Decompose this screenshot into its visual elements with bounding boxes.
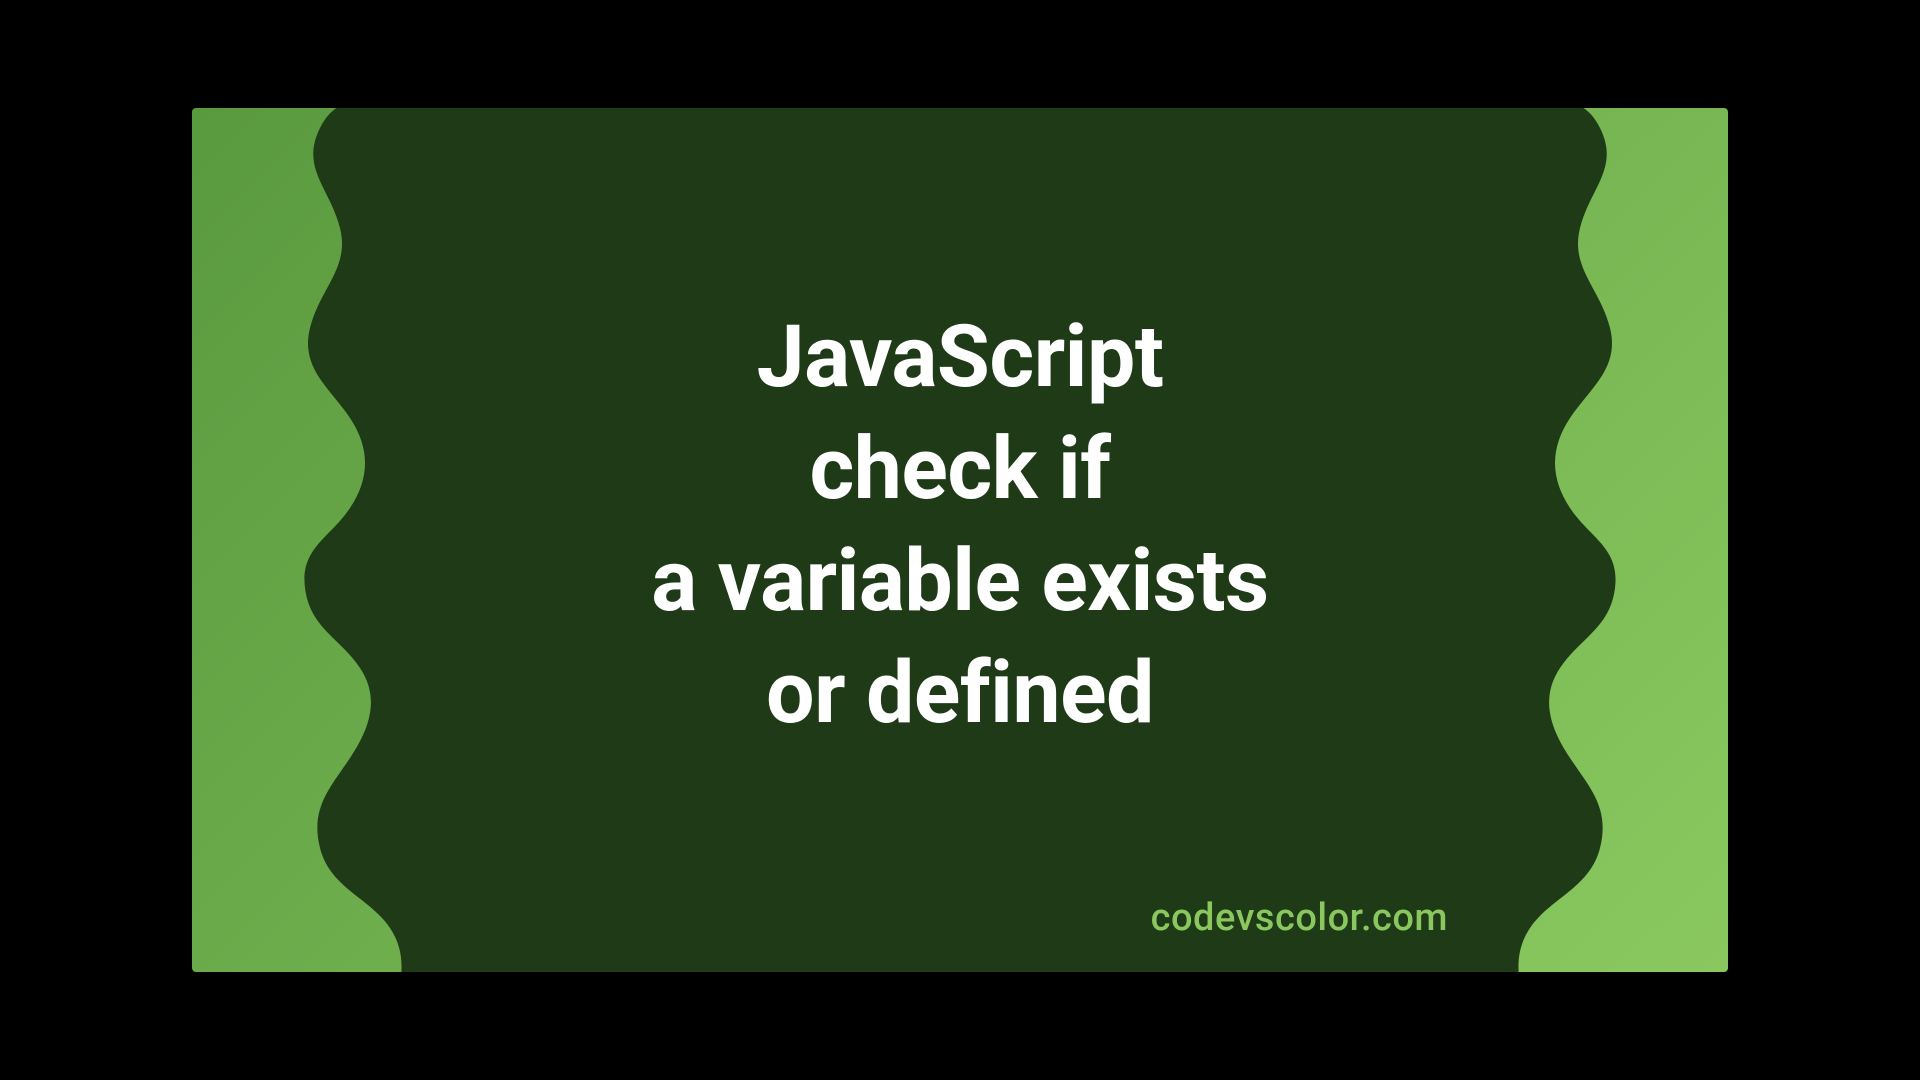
content-area: JavaScript check if a variable exists or… [192,108,1728,972]
title-line-2: check if [651,413,1268,525]
title-line-3: a variable exists [651,525,1268,637]
title-line-1: JavaScript [651,301,1268,413]
brand-watermark: codevscolor.com [1151,896,1448,940]
title-line-4: or defined [651,637,1268,749]
banner-card: JavaScript check if a variable exists or… [192,108,1728,972]
banner-title: JavaScript check if a variable exists or… [651,301,1268,748]
